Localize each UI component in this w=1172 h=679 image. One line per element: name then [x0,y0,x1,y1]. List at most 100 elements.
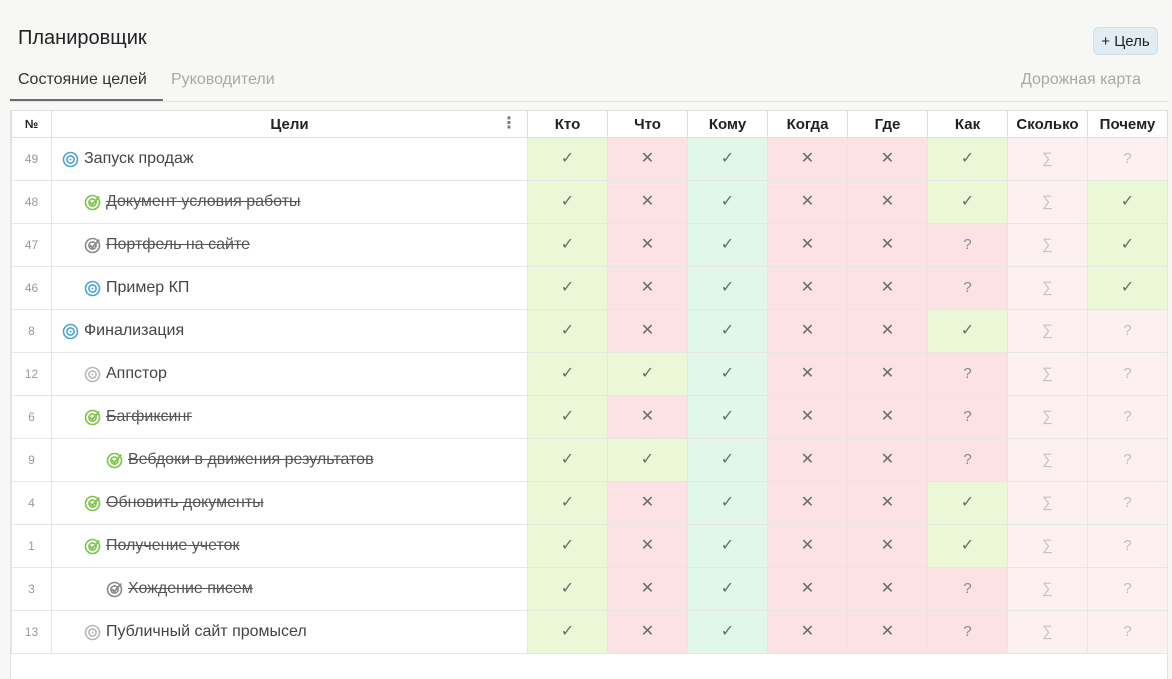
status-cell-when[interactable]: ✕ [767,309,848,353]
status-cell-how[interactable]: ? [927,266,1008,310]
status-cell-how-much[interactable]: ∑ [1007,524,1088,568]
status-cell-how-much[interactable]: ∑ [1007,610,1088,654]
status-cell-how[interactable]: ✓ [927,481,1008,525]
status-cell-why[interactable]: ? [1087,352,1168,396]
table-row[interactable]: 48 Документ условия работы ✓ ✕ ✓ ✕ ✕ ✓ ∑ ✓ [11,180,1168,224]
status-cell-where[interactable]: ✕ [847,524,928,568]
column-header-who[interactable]: Кто [527,110,608,138]
status-cell-to-whom[interactable]: ✓ [687,481,768,525]
status-cell-who[interactable]: ✓ [527,567,608,611]
status-cell-what[interactable]: ✕ [607,266,688,310]
status-cell-why[interactable]: ✓ [1087,223,1168,267]
status-cell-what[interactable]: ✕ [607,524,688,568]
table-row[interactable]: 3 Хождение писем ✓ ✕ ✓ ✕ ✕? ∑? [11,567,1168,611]
goal-cell[interactable]: Финализация [51,309,528,353]
status-cell-when[interactable]: ✕ [767,610,848,654]
table-row[interactable]: 4 Обновить документы ✓ ✕ ✓ ✕ ✕ ✓ ∑? [11,481,1168,525]
table-row[interactable]: 12 Аппстор ✓ ✓ ✓ ✕ ✕? ∑? [11,352,1168,396]
status-cell-where[interactable]: ✕ [847,395,928,439]
status-cell-who[interactable]: ✓ [527,309,608,353]
column-header-where[interactable]: Где [847,110,928,138]
status-cell-to-whom[interactable]: ✓ [687,180,768,224]
status-cell-why[interactable]: ✓ [1087,180,1168,224]
column-menu-icon[interactable]: ⋮ [501,116,517,132]
status-cell-who[interactable]: ✓ [527,610,608,654]
add-goal-button[interactable]: + Цель [1093,27,1158,55]
status-cell-how-much[interactable]: ∑ [1007,395,1088,439]
status-cell-what[interactable]: ✓ [607,438,688,482]
status-cell-where[interactable]: ✕ [847,481,928,525]
status-cell-how[interactable]: ✓ [927,180,1008,224]
status-cell-how-much[interactable]: ∑ [1007,309,1088,353]
status-cell-how[interactable]: ? [927,438,1008,482]
status-cell-who[interactable]: ✓ [527,180,608,224]
status-cell-when[interactable]: ✕ [767,481,848,525]
status-cell-how[interactable]: ✓ [927,137,1008,181]
status-cell-to-whom[interactable]: ✓ [687,352,768,396]
status-cell-when[interactable]: ✕ [767,352,848,396]
status-cell-where[interactable]: ✕ [847,223,928,267]
status-cell-who[interactable]: ✓ [527,524,608,568]
goal-cell[interactable]: Вебдоки в движения результатов [51,438,528,482]
status-cell-why[interactable]: ? [1087,395,1168,439]
status-cell-what[interactable]: ✕ [607,223,688,267]
status-cell-what[interactable]: ✕ [607,567,688,611]
status-cell-where[interactable]: ✕ [847,266,928,310]
status-cell-what[interactable]: ✕ [607,395,688,439]
column-header-how[interactable]: Как [927,110,1008,138]
status-cell-who[interactable]: ✓ [527,481,608,525]
status-cell-when[interactable]: ✕ [767,438,848,482]
status-cell-what[interactable]: ✕ [607,610,688,654]
table-row[interactable]: 9 Вебдоки в движения результатов ✓ ✓ ✓ ✕ ✕? ∑? [11,438,1168,482]
status-cell-when[interactable]: ✕ [767,567,848,611]
status-cell-why[interactable]: ? [1087,481,1168,525]
status-cell-how[interactable]: ✓ [927,309,1008,353]
status-cell-why[interactable]: ? [1087,610,1168,654]
status-cell-how-much[interactable]: ∑ [1007,438,1088,482]
status-cell-to-whom[interactable]: ✓ [687,395,768,439]
status-cell-what[interactable]: ✕ [607,481,688,525]
status-cell-when[interactable]: ✕ [767,524,848,568]
status-cell-how[interactable]: ? [927,395,1008,439]
status-cell-when[interactable]: ✕ [767,266,848,310]
tab-goals-state[interactable]: Состояние целей [18,71,147,89]
status-cell-to-whom[interactable]: ✓ [687,266,768,310]
status-cell-how[interactable]: ? [927,567,1008,611]
status-cell-why[interactable]: ? [1087,567,1168,611]
status-cell-to-whom[interactable]: ✓ [687,309,768,353]
status-cell-what[interactable]: ✕ [607,137,688,181]
table-row[interactable]: 46 Пример КП ✓ ✕ ✓ ✕ ✕? ∑ ✓ [11,266,1168,310]
status-cell-to-whom[interactable]: ✓ [687,567,768,611]
status-cell-where[interactable]: ✕ [847,438,928,482]
goal-cell[interactable]: Получение учеток [51,524,528,568]
status-cell-where[interactable]: ✕ [847,610,928,654]
status-cell-how-much[interactable]: ∑ [1007,137,1088,181]
column-header-goals[interactable]: Цели ⋮ [51,110,528,138]
status-cell-why[interactable]: ? [1087,524,1168,568]
status-cell-how[interactable]: ? [927,610,1008,654]
status-cell-how-much[interactable]: ∑ [1007,223,1088,267]
column-header-when[interactable]: Когда [767,110,848,138]
goal-cell[interactable]: Багфиксинг [51,395,528,439]
column-header-to-whom[interactable]: Кому [687,110,768,138]
status-cell-who[interactable]: ✓ [527,395,608,439]
column-header-what[interactable]: Что [607,110,688,138]
goal-cell[interactable]: Обновить документы [51,481,528,525]
table-row[interactable]: 6 Багфиксинг ✓ ✕ ✓ ✕ ✕? ∑? [11,395,1168,439]
goal-cell[interactable]: Хождение писем [51,567,528,611]
status-cell-how-much[interactable]: ∑ [1007,266,1088,310]
table-row[interactable]: 49 Запуск продаж ✓ ✕ ✓ ✕ ✕ ✓ ∑? [11,137,1168,181]
table-row[interactable]: 47 Портфель на сайте ✓ ✕ ✓ ✕ ✕? ∑ ✓ [11,223,1168,267]
status-cell-where[interactable]: ✕ [847,352,928,396]
status-cell-how-much[interactable]: ∑ [1007,567,1088,611]
status-cell-how-much[interactable]: ∑ [1007,180,1088,224]
goal-cell[interactable]: Портфель на сайте [51,223,528,267]
status-cell-to-whom[interactable]: ✓ [687,137,768,181]
status-cell-where[interactable]: ✕ [847,309,928,353]
goal-cell[interactable]: Пример КП [51,266,528,310]
status-cell-to-whom[interactable]: ✓ [687,610,768,654]
status-cell-what[interactable]: ✕ [607,180,688,224]
status-cell-when[interactable]: ✕ [767,180,848,224]
status-cell-how[interactable]: ? [927,223,1008,267]
column-header-how-much[interactable]: Сколько [1007,110,1088,138]
